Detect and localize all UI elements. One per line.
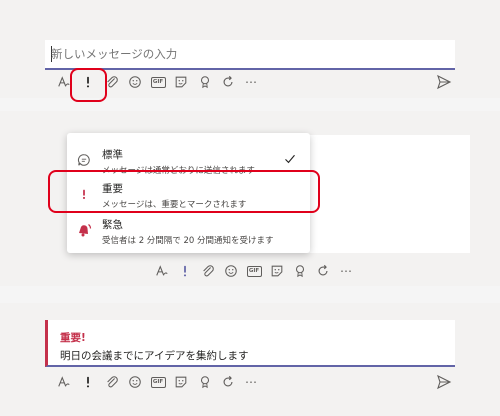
highlight-important-menu-item (48, 170, 320, 213)
message-text[interactable]: 明日の会議までにアイデアを集約します (60, 348, 248, 363)
message-compose-box[interactable] (45, 40, 455, 70)
highlight-important-button (70, 68, 107, 102)
format-icon[interactable] (56, 373, 72, 391)
chat-bubble-icon (76, 152, 92, 168)
praise-icon[interactable] (197, 73, 213, 91)
praise-icon[interactable] (197, 373, 213, 391)
format-icon[interactable] (154, 262, 170, 280)
send-icon[interactable] (436, 374, 452, 390)
sticker-icon[interactable] (173, 73, 189, 91)
sticker-icon[interactable] (173, 373, 189, 391)
exclamation-icon[interactable] (80, 373, 96, 391)
compose-toolbar: GIF ⋯ (52, 73, 462, 91)
emoji-icon[interactable] (223, 262, 239, 280)
paperclip-icon[interactable] (104, 373, 120, 391)
bell-ringing-icon (76, 222, 92, 238)
loop-icon[interactable] (220, 73, 236, 91)
loop-icon[interactable] (315, 262, 331, 280)
exclamation-icon[interactable] (177, 262, 193, 280)
gif-icon[interactable]: GIF (150, 73, 166, 91)
send-icon[interactable] (436, 74, 452, 90)
more-options-icon[interactable]: ⋯ (243, 73, 259, 91)
gif-icon[interactable]: GIF (246, 262, 262, 280)
message-input[interactable] (51, 47, 441, 61)
menu-item-urgent[interactable]: 緊急 受信者は 2 分間隔で 20 分間通知を受けます (67, 213, 310, 249)
praise-icon[interactable] (292, 262, 308, 280)
important-label: 重要! (60, 332, 86, 344)
checkmark-icon (285, 154, 295, 164)
sticker-icon[interactable] (269, 262, 285, 280)
loop-icon[interactable] (220, 373, 236, 391)
menu-item-standard-title: 標準 (102, 149, 123, 161)
paperclip-icon[interactable] (200, 262, 216, 280)
menu-item-urgent-description: 受信者は 2 分間隔で 20 分間通知を受けます (102, 236, 274, 246)
emoji-icon[interactable] (127, 73, 143, 91)
more-options-icon[interactable]: ⋯ (338, 262, 354, 280)
gif-icon[interactable]: GIF (150, 373, 166, 391)
emoji-icon[interactable] (127, 373, 143, 391)
compose-toolbar-second: GIF ⋯ (154, 262, 364, 280)
more-options-icon[interactable]: ⋯ (243, 373, 259, 391)
important-message-compose-box[interactable]: 重要! 明日の会議までにアイデアを集約します (45, 320, 455, 367)
menu-item-urgent-title: 緊急 (102, 219, 123, 231)
compose-toolbar-third: GIF ⋯ (52, 373, 462, 391)
